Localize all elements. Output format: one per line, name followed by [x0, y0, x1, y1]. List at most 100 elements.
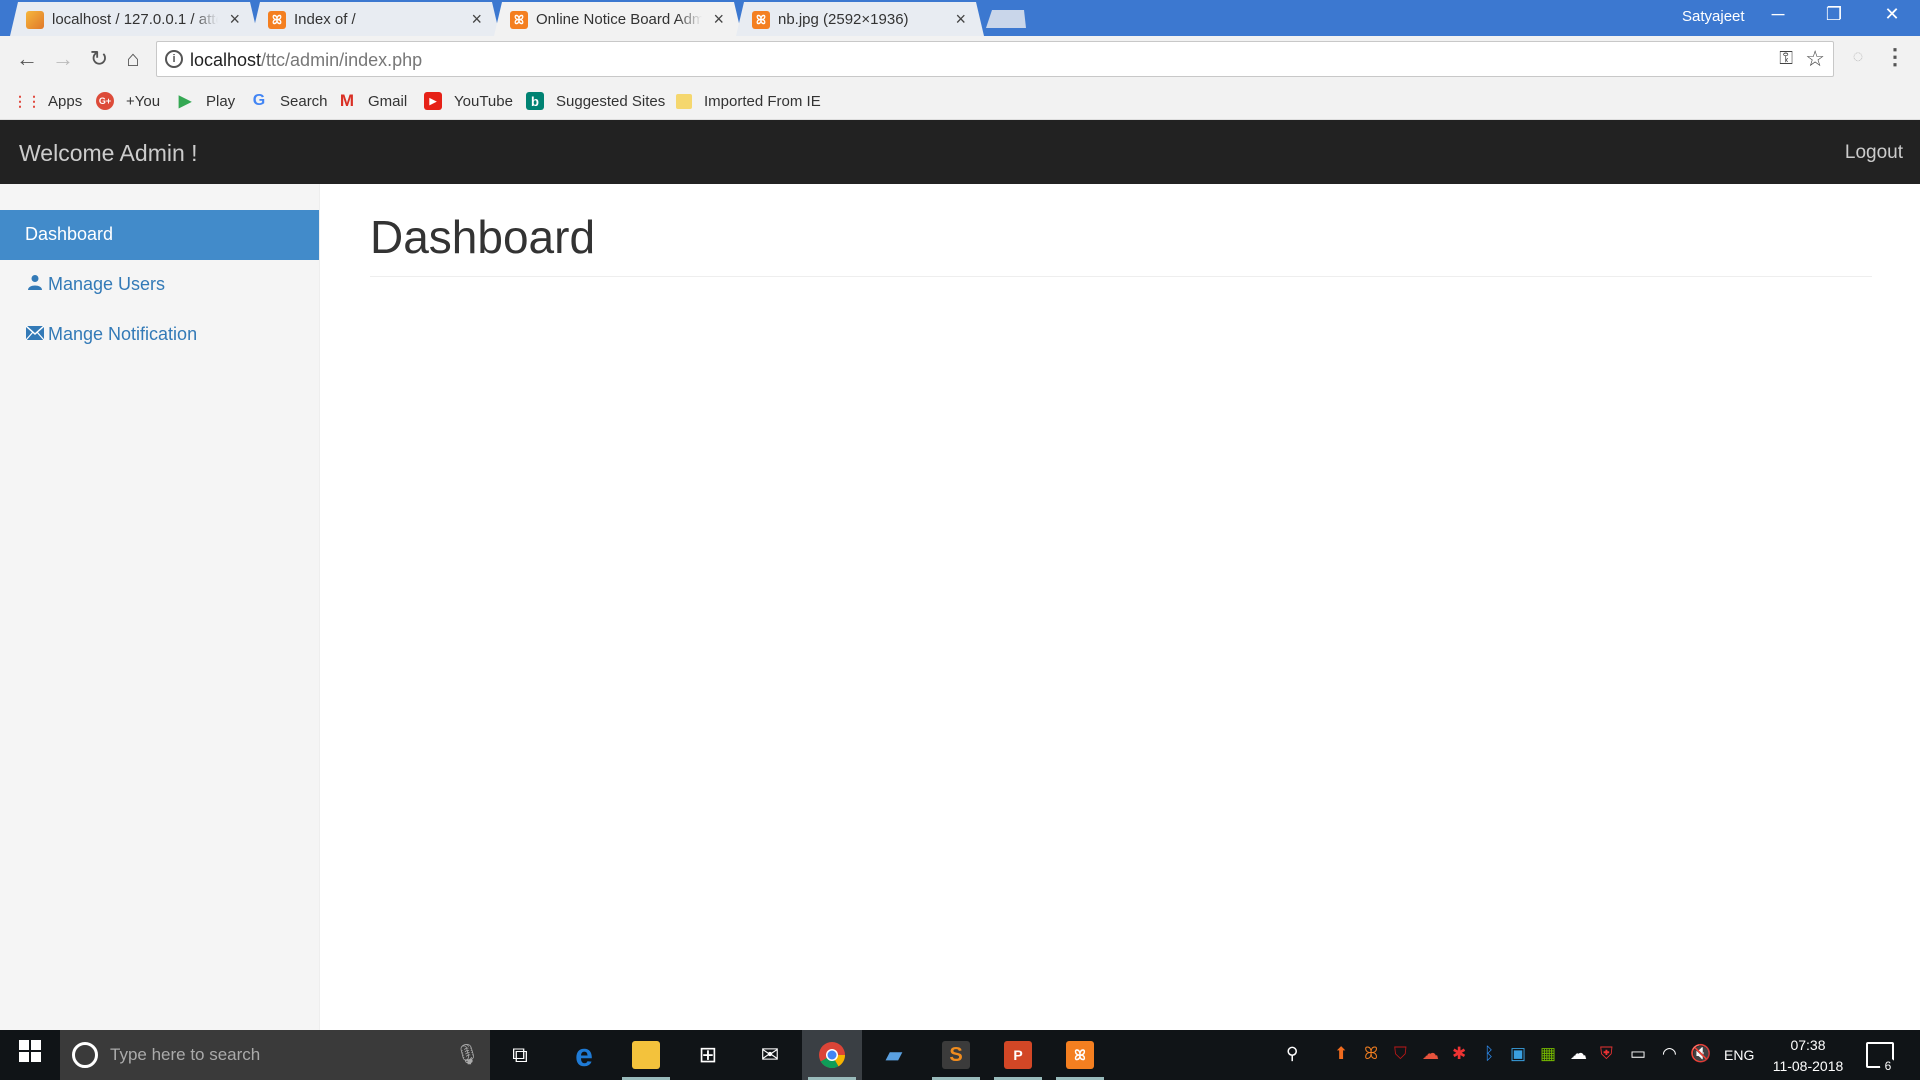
asterisk-app-icon[interactable]: ✱	[1452, 1044, 1466, 1064]
bookmarks-bar: ⋮⋮ Apps G+ +You ▶ Play G Search M Gmail …	[0, 82, 1920, 120]
tab-online-notice-board-admin[interactable]: ꕤ Online Notice Board Admin ×	[494, 2, 742, 36]
xampp-icon: ꕤ	[510, 11, 528, 29]
bluetooth-icon[interactable]: ᛒ	[1484, 1044, 1494, 1064]
language-indicator[interactable]: ENG	[1724, 1047, 1754, 1063]
sidebar-item-manage-users[interactable]: Manage Users	[0, 260, 319, 310]
bookmark-imported-from-ie[interactable]: Imported From IE	[676, 90, 821, 112]
chrome-icon[interactable]	[802, 1030, 862, 1080]
sidebar: Dashboard Manage Users Mange Notificatio…	[0, 184, 320, 1030]
envelope-icon	[25, 324, 45, 345]
navbar-brand[interactable]: Welcome Admin !	[19, 140, 198, 167]
clock[interactable]: 07:38 11-08-2018	[1768, 1035, 1848, 1077]
page-title: Dashboard	[370, 211, 596, 263]
top-navbar: Welcome Admin ! Logout	[0, 120, 1920, 184]
windows-taskbar: Type here to search 🎙 ⧉ e ⊞ ✉ ▰ S P ꕤ ⚲ …	[0, 1030, 1920, 1080]
bookmark-play[interactable]: ▶ Play	[176, 90, 235, 112]
site-info-icon[interactable]: i	[165, 50, 183, 68]
mcafee-icon[interactable]: ⛉	[1394, 1044, 1407, 1064]
battery-icon[interactable]: ▭	[1630, 1044, 1646, 1064]
url-host: localhost	[190, 50, 262, 70]
forward-arrow-icon[interactable]: →	[48, 46, 78, 72]
clock-time: 07:38	[1790, 1037, 1826, 1053]
reload-icon[interactable]: ↻	[84, 46, 114, 72]
task-view-icon[interactable]: ⧉	[490, 1030, 550, 1080]
mail-icon[interactable]: ✉	[740, 1030, 800, 1080]
address-bar[interactable]: i localhost/ttc/admin/index.php ⚿ ☆	[156, 41, 1834, 77]
extension-icon[interactable]: ◌	[1846, 46, 1870, 70]
file-explorer-icon[interactable]	[616, 1030, 676, 1080]
bookmark-youtube[interactable]: ▶ YouTube	[424, 90, 513, 112]
xampp-taskbar-icon[interactable]: ꕤ	[1050, 1030, 1110, 1080]
sidebar-item-label: Mange Notification	[48, 324, 198, 344]
bookmark-plus-you[interactable]: G+ +You	[96, 90, 160, 112]
tab-nb-jpg[interactable]: ꕤ nb.jpg (2592×1936) ×	[736, 2, 984, 36]
bookmark-label: Imported From IE	[704, 92, 821, 110]
google-play-icon: ▶	[178, 93, 192, 110]
bookmark-search[interactable]: G Search	[250, 90, 328, 112]
bookmark-gmail[interactable]: M Gmail	[338, 90, 407, 112]
profile-name[interactable]: Satyajeet	[1682, 8, 1745, 25]
gmail-icon: M	[339, 91, 355, 110]
cloud-app-icon[interactable]: ☁	[1422, 1044, 1439, 1064]
browser-menu-icon[interactable]: ⋮	[1884, 44, 1906, 70]
key-icon[interactable]: ⚿	[1779, 48, 1793, 69]
onedrive-icon[interactable]: ☁	[1570, 1044, 1587, 1064]
browser-toolbar: ← → ↻ ⌂ i localhost/ttc/admin/index.php …	[0, 36, 1920, 82]
sidebar-item-dashboard[interactable]: Dashboard	[0, 210, 319, 260]
phpmyadmin-icon	[26, 11, 44, 29]
notification-count-badge: 6	[1880, 1058, 1896, 1074]
back-arrow-icon[interactable]: ←	[12, 46, 42, 72]
tab-close-icon[interactable]: ×	[471, 9, 482, 30]
nvidia-icon[interactable]: ▦	[1540, 1044, 1556, 1064]
bookmark-apps[interactable]: ⋮⋮ Apps	[13, 90, 83, 112]
taskbar-search-box[interactable]: Type here to search 🎙	[60, 1030, 490, 1080]
powerpoint-icon[interactable]: P	[988, 1030, 1048, 1080]
restore-icon[interactable]: ❐	[1814, 4, 1854, 25]
network-app-icon[interactable]: ▣	[1510, 1044, 1526, 1064]
bookmark-label: Search	[280, 92, 328, 110]
minimize-icon[interactable]: ─	[1758, 4, 1798, 25]
close-window-icon[interactable]: ✕	[1872, 4, 1912, 25]
bookmark-label: YouTube	[454, 92, 513, 110]
folder-icon	[676, 93, 692, 109]
sidebar-item-manage-notification[interactable]: Mange Notification	[0, 310, 319, 360]
home-icon[interactable]: ⌂	[118, 46, 148, 72]
address-url[interactable]: localhost/ttc/admin/index.php	[190, 50, 422, 71]
sidebar-item-label: Manage Users	[48, 274, 166, 294]
apps-grid-icon: ⋮⋮	[13, 92, 41, 109]
edge-icon[interactable]: e	[554, 1030, 614, 1080]
upload-icon[interactable]: ⬆	[1334, 1044, 1348, 1064]
bookmark-suggested-sites[interactable]: b Suggested Sites	[526, 90, 665, 112]
xampp-icon: ꕤ	[268, 11, 286, 29]
tab-phpmyadmin[interactable]: localhost / 127.0.0.1 / attend ×	[10, 2, 258, 36]
bookmark-label: +You	[126, 92, 161, 110]
volume-muted-icon[interactable]: 🔇	[1690, 1044, 1711, 1064]
defender-icon[interactable]: ⛨	[1600, 1044, 1613, 1064]
windows-start-icon[interactable]	[0, 1030, 60, 1080]
wifi-icon[interactable]: ◠	[1662, 1044, 1677, 1064]
tab-close-icon[interactable]: ×	[713, 9, 724, 30]
microphone-icon[interactable]: 🎙	[455, 1042, 480, 1067]
search-placeholder: Type here to search	[110, 1045, 261, 1064]
laptop-app-icon[interactable]: ▰	[864, 1030, 924, 1080]
bookmark-label: Suggested Sites	[556, 92, 666, 110]
tab-close-icon[interactable]: ×	[955, 9, 966, 30]
tab-title: Index of /	[294, 11, 356, 28]
new-tab-button[interactable]	[986, 10, 1026, 28]
bing-icon: b	[526, 92, 544, 110]
xampp-tray-icon[interactable]: ꕤ	[1364, 1044, 1378, 1064]
user-icon	[25, 274, 45, 295]
tab-title: localhost / 127.0.0.1 / attend	[52, 11, 216, 28]
sublime-text-icon[interactable]: S	[926, 1030, 986, 1080]
tab-title: nb.jpg (2592×1936)	[778, 11, 909, 28]
tab-index-of[interactable]: ꕤ Index of / ×	[252, 2, 500, 36]
logout-link[interactable]: Logout	[1845, 142, 1903, 164]
bookmark-label: Play	[206, 92, 236, 110]
tab-close-icon[interactable]: ×	[229, 9, 240, 30]
sidebar-item-label: Dashboard	[25, 224, 114, 244]
people-icon[interactable]: ⚲	[1286, 1044, 1298, 1064]
store-icon[interactable]: ⊞	[678, 1030, 738, 1080]
xampp-icon: ꕤ	[752, 11, 770, 29]
bookmark-star-icon[interactable]: ☆	[1805, 46, 1825, 72]
bookmark-label: Apps	[48, 92, 83, 110]
